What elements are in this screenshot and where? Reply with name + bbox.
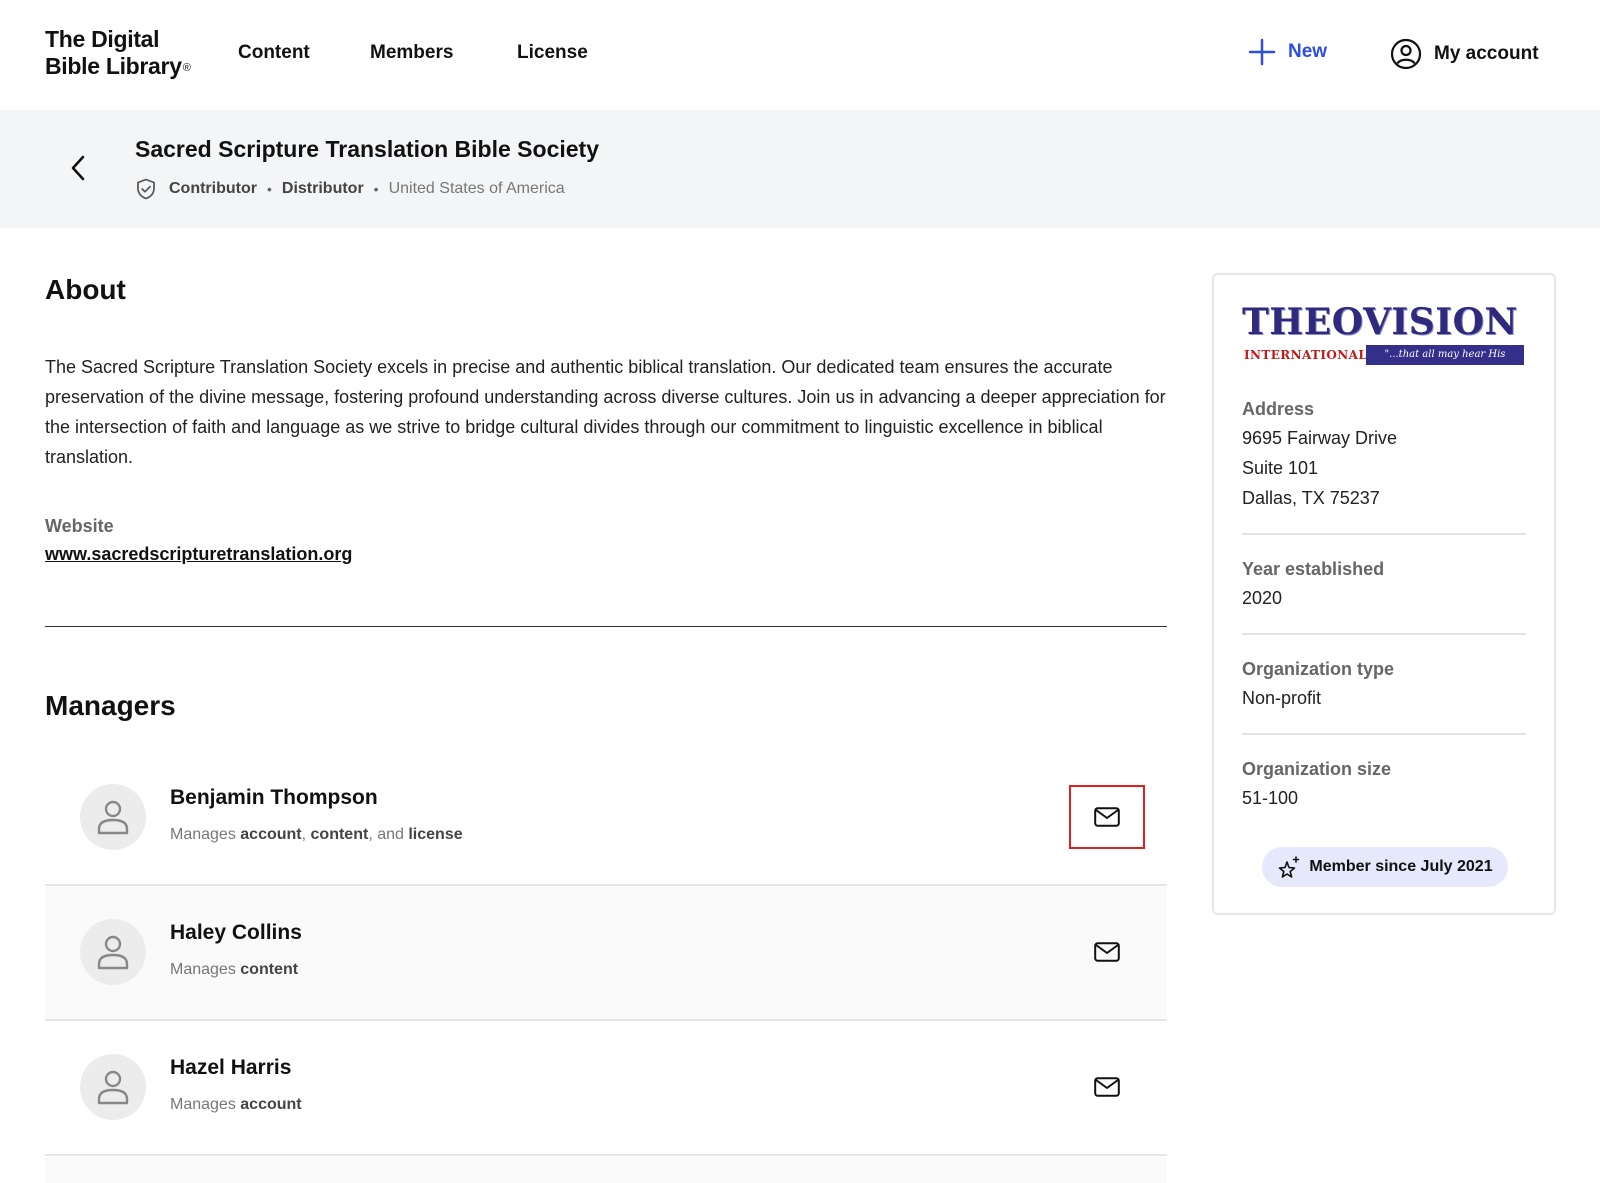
organization-info-card: THEOVISION INTERNATIONAL "...that all ma… (1212, 273, 1556, 915)
email-manager-button[interactable] (1069, 920, 1145, 984)
new-button[interactable]: New (1248, 38, 1327, 66)
info-divider (1242, 633, 1526, 635)
website-label: Website (45, 516, 114, 536)
address-label: Address (1242, 399, 1315, 419)
address-line-2: Suite 101 (1242, 458, 1319, 478)
meta-separator: • (266, 181, 272, 197)
logo-wordmark: THEOVISION (1242, 301, 1518, 343)
avatar (80, 784, 146, 850)
user-circle-icon (1390, 38, 1422, 70)
nav-link-content[interactable]: Content (238, 42, 310, 64)
manager-permissions: Manages account (170, 1096, 302, 1113)
logo-line-1: The Digital (45, 26, 160, 52)
manager-row: Benjamin Thompson Manages account, conte… (45, 752, 1167, 886)
person-icon (97, 800, 129, 835)
back-button[interactable] (64, 150, 92, 186)
website-link[interactable]: www.sacredscripturetranslation.org (45, 544, 352, 565)
address-line-3: Dallas, TX 75237 (1242, 488, 1380, 508)
logo-tagline: "...that all may hear His voice..." (1366, 345, 1524, 380)
mail-icon (1094, 942, 1120, 962)
organization-country: United States of America (388, 180, 565, 197)
nav-link-members[interactable]: Members (370, 42, 453, 64)
organization-meta: Contributor • Distributor • United State… (135, 178, 565, 200)
year-established-value: 2020 (1242, 588, 1283, 608)
email-manager-button[interactable] (1069, 1055, 1145, 1119)
new-button-label: New (1288, 41, 1328, 62)
year-established-label: Year established (1242, 559, 1385, 579)
about-description: The Sacred Scripture Translation Society… (45, 357, 1166, 467)
role-contributor: Contributor (169, 180, 257, 197)
manager-row: Hazel Harris Manages account (45, 1022, 1167, 1156)
manager-row (45, 1157, 1167, 1183)
organization-size-value: 51-100 (1242, 788, 1299, 808)
manager-permissions: Manages content (170, 961, 299, 978)
managers-heading: Managers (45, 690, 176, 721)
organization-logo: THEOVISION INTERNATIONAL "...that all ma… (1242, 301, 1526, 380)
manager-name: Hazel Harris (170, 1056, 292, 1079)
person-icon (97, 1070, 129, 1105)
my-account-label: My account (1434, 43, 1539, 64)
avatar (80, 919, 146, 985)
sparkle-star-icon (1279, 856, 1300, 878)
plus-icon (1248, 38, 1276, 66)
logo-line-2: Bible Library® (45, 53, 191, 79)
organization-type-label: Organization type (1242, 659, 1395, 679)
about-heading: About (45, 274, 126, 305)
meta-separator: • (373, 181, 379, 197)
manager-permissions: Manages account, content, and license (170, 826, 463, 843)
organization-type-value: Non-profit (1242, 688, 1322, 708)
member-since-badge: Member since July 2021 (1262, 847, 1508, 887)
avatar (80, 1054, 146, 1120)
person-icon (97, 935, 129, 970)
chevron-left-icon (71, 155, 85, 181)
site-logo[interactable]: The Digital Bible Library® (45, 26, 205, 82)
organization-size-label: Organization size (1242, 759, 1392, 779)
section-divider (45, 626, 1167, 627)
address-line-1: 9695 Fairway Drive (1242, 428, 1398, 448)
mail-icon (1094, 807, 1120, 827)
info-divider (1242, 533, 1526, 535)
manager-row: Haley Collins Manages content (45, 887, 1167, 1021)
manager-name: Benjamin Thompson (170, 786, 378, 809)
mail-icon (1094, 1077, 1120, 1097)
organization-title: Sacred Scripture Translation Bible Socie… (135, 136, 599, 162)
organization-header: Sacred Scripture Translation Bible Socie… (0, 110, 1600, 228)
nav-link-license[interactable]: License (517, 42, 588, 64)
role-distributor: Distributor (281, 180, 364, 197)
logo-subtitle: INTERNATIONAL (1244, 348, 1368, 362)
my-account-button[interactable]: My account (1390, 38, 1539, 70)
top-navigation: The Digital Bible Library® Content Membe… (0, 0, 1600, 110)
email-manager-button[interactable] (1069, 785, 1145, 849)
member-since-label: Member since July 2021 (1309, 858, 1493, 875)
info-divider (1242, 733, 1526, 735)
shield-check-icon (137, 178, 155, 200)
manager-name: Haley Collins (170, 921, 302, 944)
